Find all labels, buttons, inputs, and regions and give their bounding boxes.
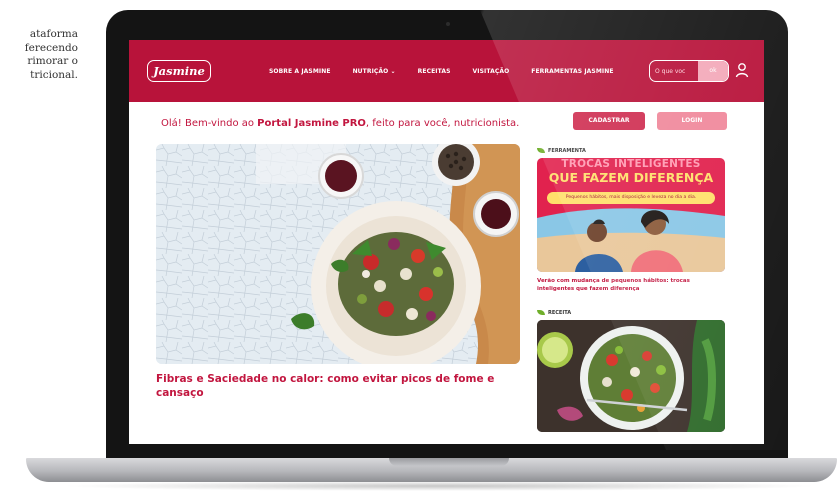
nav-item-receitas[interactable]: RECEITAS xyxy=(418,68,451,75)
search-button[interactable]: ok xyxy=(698,61,728,81)
hero-title[interactable]: Fibras e Saciedade no calor: como evitar… xyxy=(156,372,516,400)
salad-bowl-illustration xyxy=(537,320,725,432)
register-button[interactable]: CADASTRAR xyxy=(573,112,645,130)
laptop-notch xyxy=(389,458,509,466)
nav-item-sobre[interactable]: SOBRE A JASMINE xyxy=(269,68,331,75)
tool-card[interactable]: TROCAS INTELIGENTES QUE FAZEM DIFERENÇA … xyxy=(537,158,725,272)
side-line: tricional. xyxy=(30,68,78,81)
laptop-shadow xyxy=(60,481,820,491)
welcome-suffix: , feito para você, nutricionista. xyxy=(365,118,520,129)
search-input[interactable] xyxy=(650,61,699,81)
side-paragraph: ataforma ferecendo rimorar o tricional. xyxy=(0,28,78,82)
camera-icon xyxy=(446,22,450,26)
leaf-icon xyxy=(537,310,545,315)
nav-item-nutricao[interactable]: NUTRIÇÃO ⌄ xyxy=(353,68,396,75)
hero-image[interactable] xyxy=(156,144,520,364)
nav-item-visitacao[interactable]: VISITAÇÃO xyxy=(473,68,510,75)
search-box: ok xyxy=(649,60,729,82)
salad-plate-illustration xyxy=(156,144,520,364)
recipe-card-image[interactable] xyxy=(537,320,725,432)
side-line: ataforma xyxy=(29,28,78,40)
tag-ferramenta: FERRAMENTA xyxy=(537,148,586,154)
jasmine-logo[interactable]: Jasmine xyxy=(147,60,211,82)
beach-people-illustration xyxy=(537,208,725,272)
tag-receita: RECEITA xyxy=(537,310,571,316)
nav-item-ferramentas[interactable]: FERRAMENTAS JASMINE xyxy=(531,68,613,75)
tool-card-caption[interactable]: Verão com mudança de pequenos hábitos: t… xyxy=(537,278,727,293)
side-line: rimorar o xyxy=(27,55,78,67)
main-nav: SOBRE A JASMINE NUTRIÇÃO ⌄ RECEITAS VISI… xyxy=(269,68,636,75)
user-icon[interactable] xyxy=(735,62,749,78)
leaf-icon xyxy=(537,148,545,153)
welcome-prefix: Olá! Bem-vindo ao xyxy=(161,118,258,129)
tag-label: RECEITA xyxy=(548,310,572,316)
tag-label: FERRAMENTA xyxy=(548,148,586,154)
site-header: Jasmine SOBRE A JASMINE NUTRIÇÃO ⌄ RECEI… xyxy=(129,40,764,102)
laptop-screen: Jasmine SOBRE A JASMINE NUTRIÇÃO ⌄ RECEI… xyxy=(129,40,764,444)
welcome-message: Olá! Bem-vindo ao Portal Jasmine PRO, fe… xyxy=(161,118,519,129)
side-line: ferecendo xyxy=(24,41,78,54)
portal-name: Portal Jasmine PRO xyxy=(257,118,366,129)
login-button[interactable]: LOGIN xyxy=(657,112,727,130)
